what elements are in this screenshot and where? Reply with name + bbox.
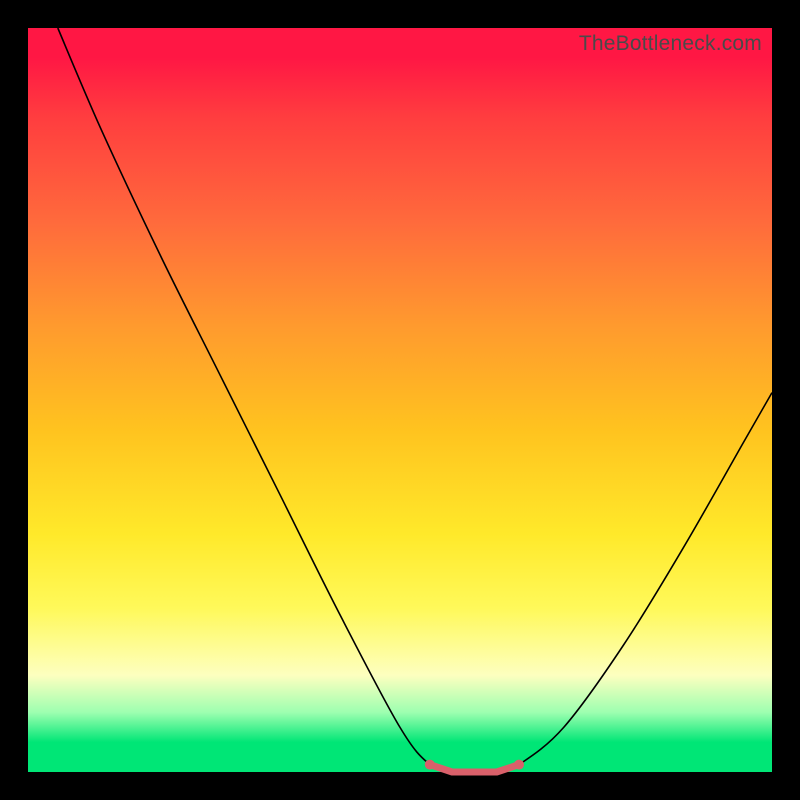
valley-segment (430, 765, 519, 772)
valley-end-dot-1 (514, 760, 524, 770)
plot-area: TheBottleneck.com (28, 28, 772, 772)
curve-overlay (28, 28, 772, 772)
chart-frame: TheBottleneck.com (0, 0, 800, 800)
valley-marker (425, 760, 524, 772)
bottleneck-curve (58, 28, 772, 773)
valley-end-dot-0 (425, 760, 435, 770)
